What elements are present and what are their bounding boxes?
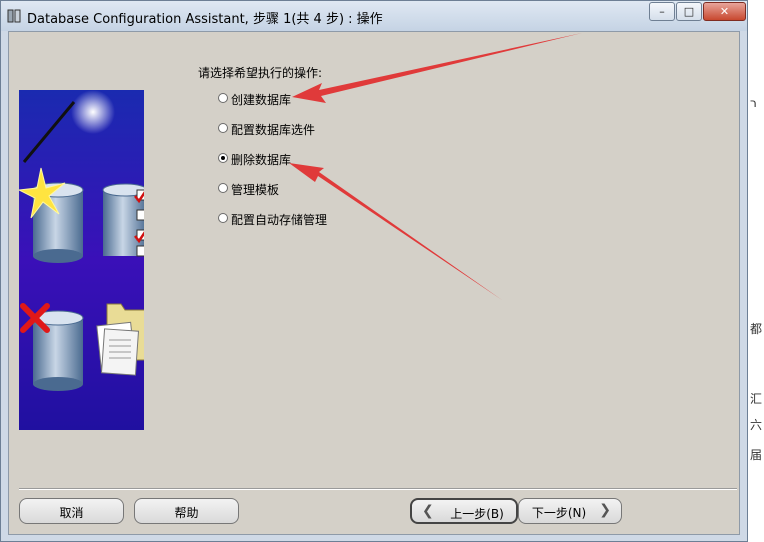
maximize-button[interactable]: □ [676,2,702,21]
cancel-label: 取消 [59,506,84,520]
background-text: 六 [750,418,763,432]
dbca-window: Database Configuration Assistant, 步骤 1(共… [0,0,748,542]
window-title: Database Configuration Assistant, 步骤 1(共… [27,12,383,27]
background-text: ר [750,96,757,110]
database-operations-illustration [19,90,144,430]
background-text: 都 [750,322,763,336]
maximize-icon: □ [683,5,695,18]
title-bar[interactable]: Database Configuration Assistant, 步骤 1(共… [1,1,747,31]
chevron-right-icon: ❯ [599,502,611,518]
dialog-body: 请选择希望执行的操作: 创建数据库 配置数据库选件 删除数据库 管理模板 配置自… [8,31,740,535]
database-app-icon [7,9,21,23]
option-label: 配置数据库选件 [231,123,316,137]
minimize-icon: – [659,5,665,18]
chevron-left-icon: ❮ [422,503,434,519]
next-button[interactable]: 下一步(N) ❯ [518,498,622,524]
minimize-button[interactable]: – [649,2,675,21]
radio-manage-templates[interactable] [218,183,228,193]
radio-configure-database-options[interactable] [218,123,228,133]
close-button[interactable]: ✕ [703,2,746,21]
option-label: 配置自动存储管理 [231,213,328,227]
option-label: 创建数据库 [231,93,292,107]
radio-create-database[interactable] [218,93,228,103]
background-text: 届 [750,448,763,462]
back-button[interactable]: ❮ 上一步(B) [410,498,518,524]
option-label: 管理模板 [231,183,280,197]
help-label: 帮助 [174,506,199,520]
cancel-button[interactable]: 取消 [19,498,124,524]
configured-database-icon [102,183,144,257]
radio-configure-asm[interactable] [218,213,228,223]
operation-prompt: 请选择希望执行的操作: [198,66,323,80]
separator [19,488,737,490]
next-label: 下一步(N) [531,506,587,520]
close-icon: ✕ [719,5,730,18]
background-text: 汇 [750,392,763,406]
option-label: 删除数据库 [231,153,292,167]
back-label: 上一步(B) [450,507,504,521]
help-button[interactable]: 帮助 [134,498,239,524]
glow-icon [71,90,115,134]
radio-delete-database[interactable] [218,153,228,163]
